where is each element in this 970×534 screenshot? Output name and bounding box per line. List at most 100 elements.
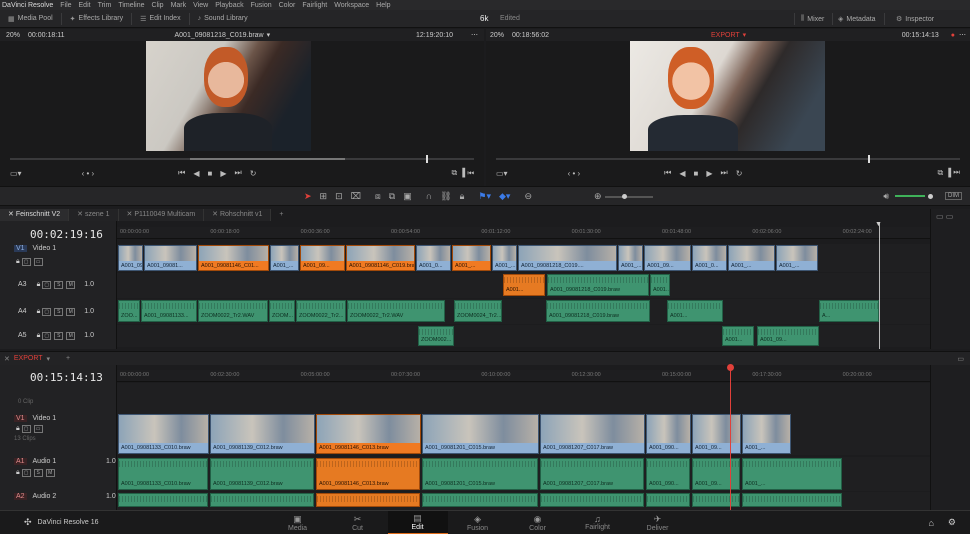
audio-clip[interactable]: A... [819,300,879,322]
video-clip[interactable]: A001_09... [692,414,741,454]
upper-playhead[interactable] [879,222,880,349]
track-id[interactable]: A1 [14,458,27,465]
chevron-down-icon[interactable]: ▾ [267,31,271,39]
close-icon[interactable]: ✕ [4,355,10,363]
snapping-icon[interactable]: ∩ [426,191,432,201]
home-icon[interactable]: ⌂ [928,518,933,528]
auto-select-icon[interactable]: ▢ [42,281,52,289]
menu-fusion[interactable]: Fusion [251,2,272,9]
add-tab-icon[interactable]: + [271,209,291,221]
menu-color[interactable]: Color [279,2,296,9]
page-media[interactable]: ▣ Media [268,514,328,532]
overwrite-clip-icon[interactable]: ⧉ [389,191,395,202]
speaker-icon[interactable]: 🔊︎ [883,191,889,202]
jog-icon[interactable]: ‹ • › [568,169,581,178]
page-fairlight[interactable]: ♫ Fairlight [568,514,628,531]
program-playhead[interactable] [868,155,870,163]
loop-icon[interactable]: ↻ [250,169,257,178]
video-clip[interactable]: A001_... [452,245,491,271]
track-id[interactable]: A4 [18,308,27,315]
inspector-button[interactable]: ⚙ Inspector [896,13,942,25]
video-clip[interactable]: A001_09081146_C013.braw [316,414,421,454]
app-menu[interactable]: DaVinci Resolve [2,2,53,9]
program-timeline-name[interactable]: EXPORT [711,32,740,39]
menu-help[interactable]: Help [376,2,390,9]
video-clip[interactable]: A001_09081... [144,245,197,271]
page-edit[interactable]: ▤ Edit [387,510,448,534]
auto-select-icon[interactable]: ▢ [21,258,31,266]
solo-button[interactable]: S [54,308,64,316]
more-options-icon[interactable]: ⋯ [959,31,966,39]
play-reverse-icon[interactable]: ◀ [679,169,685,178]
audio-clip[interactable]: A001... [667,300,723,322]
audio-clip[interactable]: A001_09... [692,458,740,490]
menu-playback[interactable]: Playback [215,2,243,9]
lock-icon[interactable]: 🔒︎ [460,191,465,202]
chevron-down-icon[interactable]: ▾ [743,31,747,39]
selection-tool-icon[interactable]: ➤ [304,191,312,202]
audio-clip[interactable]: ZOOM0022_Tr2.WAV [347,300,445,322]
sound-library-button[interactable]: ♪ Sound Library [198,13,256,25]
monitor-icon[interactable]: ▭ [33,425,43,433]
menu-view[interactable]: View [193,2,208,9]
close-icon[interactable]: ✕ [212,211,220,218]
lower-playhead[interactable] [730,370,731,510]
source-zoom[interactable]: 20% [6,32,20,39]
audio-clip[interactable]: A001_09081207_C017.braw [540,458,644,490]
audio-clip[interactable] [118,493,208,507]
loop-icon[interactable]: ↻ [736,169,743,178]
jog-icon[interactable]: ‹ • › [82,169,95,178]
track-id[interactable]: V1 [14,415,27,422]
page-color[interactable]: ◉ Color [508,514,568,532]
video-clip[interactable]: A001_09081201_C015.braw [422,414,539,454]
audio-clip[interactable]: A001... [503,274,545,296]
video-clip[interactable]: A001_0... [692,245,727,271]
program-viewer[interactable]: ▭▾ ‹ • › ⏮ ◀ ■ ▶ ⏭ ↻ ⧉ ▐ ⏭ [486,41,970,186]
track-id[interactable]: A3 [18,281,27,288]
source-clip-name[interactable]: A001_09081218_C019.braw [174,32,263,39]
viewer-mode-icon[interactable]: ▭▾ [496,169,508,178]
source-viewer[interactable]: ▭▾ ‹ • › ⏮ ◀ ■ ▶ ⏭ ↻ ⧉ ▐ ⏮ [0,41,484,186]
video-clip[interactable]: A001_09... [300,245,345,271]
insert-clip-icon[interactable]: ⧈ [375,191,381,202]
video-clip[interactable]: A001_09... [118,245,143,271]
view-toggle-icon[interactable]: ▭ ▭ [936,212,970,221]
go-to-start-icon[interactable]: ⏮ [178,168,185,178]
mute-button[interactable]: M [66,308,76,316]
source-playhead[interactable] [426,155,428,163]
mute-button[interactable]: M [66,281,76,289]
track-id[interactable]: A2 [14,493,27,500]
audio-clip[interactable] [316,493,420,507]
menu-edit[interactable]: Edit [79,2,91,9]
close-icon[interactable]: ✕ [77,211,85,218]
audio-clip[interactable] [422,493,538,507]
tab-multicam[interactable]: ✕ P1110049 Multicam [118,209,205,221]
viewer-mode-icon[interactable]: ▭▾ [10,169,22,178]
video-clip[interactable]: A001_090... [646,414,691,454]
monitor-icon[interactable]: ▭ [33,258,43,266]
tab-rohschnitt[interactable]: ✕ Rohschnitt v1 [204,209,272,221]
zoom-slider[interactable] [605,196,653,198]
audio-clip[interactable]: A001_09081146_C013.braw [316,458,420,490]
solo-button[interactable]: S [54,332,64,340]
audio-clip[interactable]: A001_09... [757,326,819,346]
play-reverse-icon[interactable]: ◀ [193,169,199,178]
menu-workspace[interactable]: Workspace [334,2,369,9]
metadata-button[interactable]: ◈ Metadata [838,13,885,25]
audio-clip[interactable]: ZOOM002... [418,326,454,346]
stop-icon[interactable]: ■ [208,169,213,178]
trim-tool-icon[interactable]: ⊞ [320,191,328,202]
mute-button[interactable]: M [66,332,76,340]
stop-icon[interactable]: ■ [694,169,699,178]
video-clip[interactable]: A001_... [742,414,791,454]
track-id[interactable]: V1 [14,245,27,252]
lower-timeline-title[interactable]: EXPORT [14,355,43,362]
auto-select-icon[interactable]: ▢ [42,308,52,316]
audio-clip[interactable] [646,493,690,507]
audio-clip[interactable]: A001... [650,274,670,296]
audio-clip[interactable]: ZOOM0024_Tr2... [454,300,502,322]
go-to-end-icon[interactable]: ⏭ [721,168,728,178]
auto-select-icon[interactable]: ▢ [21,469,31,477]
audio-clip[interactable]: ZOOM0022_Tr2.WAV [198,300,268,322]
audio-clip[interactable] [742,493,842,507]
